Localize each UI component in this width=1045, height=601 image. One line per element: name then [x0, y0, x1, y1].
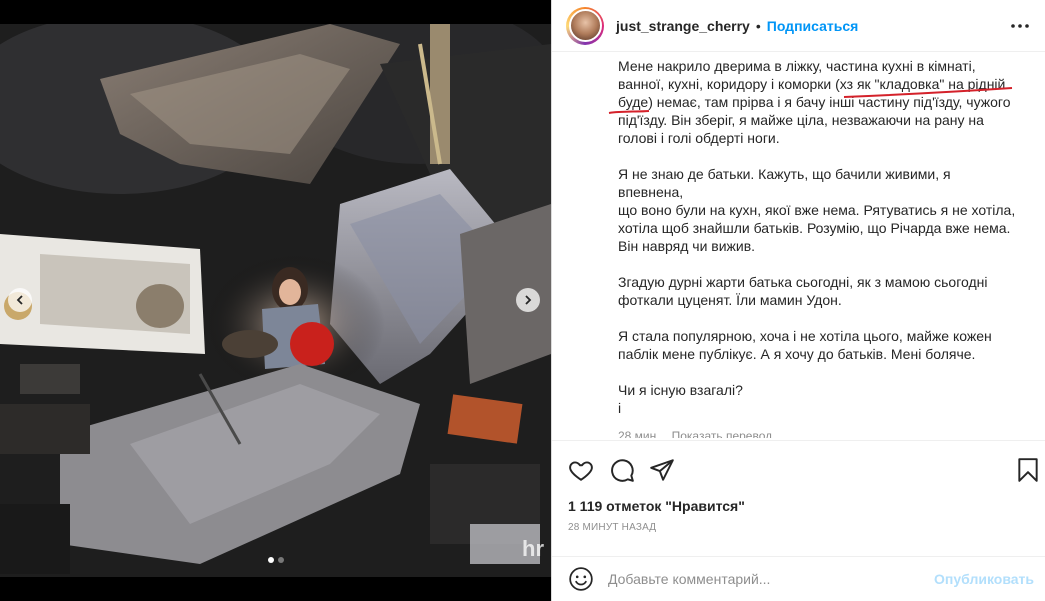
heart-icon[interactable] — [568, 457, 594, 483]
share-icon[interactable] — [649, 457, 675, 483]
caption-paragraph: Згадую дурні жарти батька сьогодні, як з… — [618, 273, 1016, 309]
caption-line: і — [618, 400, 622, 416]
comment-bar: Опубликовать — [552, 556, 1045, 601]
caption-line: Він навряд чи вижив. — [618, 238, 756, 254]
emoji-icon[interactable] — [568, 566, 594, 592]
post-actions-bar — [552, 440, 1045, 496]
caption-paragraph: Мене накрило дверима в ліжку, частина ку… — [618, 57, 1016, 147]
publish-comment-button[interactable]: Опубликовать — [934, 571, 1045, 587]
caption-paragraph: Я стала популярною, хоча і не хотіла цьо… — [618, 327, 1016, 363]
chevron-right-icon — [525, 295, 532, 305]
comment-icon[interactable] — [609, 457, 635, 483]
post-meta: 28 мин. Показать перевод — [618, 429, 1016, 438]
follow-button[interactable]: Подписаться — [767, 18, 859, 34]
caption-line: Чи я існую взагалі? — [618, 382, 743, 398]
caption-line: хотіла щоб знайшли батьків. Розумію, що … — [618, 220, 1011, 236]
caption-line: голові і голі обдерті ноги. — [618, 130, 780, 146]
caption-line: під'їзду. Він зберіг, я майже ціла, незв… — [618, 112, 984, 128]
caption-line: паблік мене публікує. А я хочу до батькі… — [618, 346, 976, 362]
caption-line: буде) немає, там прірва і я бачу інші ча… — [618, 94, 1011, 110]
caption-line: ванної, кухні, коридору і коморки (хз як… — [618, 76, 1006, 92]
more-horizontal-icon[interactable] — [1010, 16, 1030, 36]
post-media: hr — [0, 0, 551, 601]
post-caption: Мене накрило дверима в ліжку, частина ку… — [552, 53, 1045, 438]
caption-line: що воно були на кухн, якої вже нема. Рят… — [618, 202, 1016, 218]
like-count[interactable]: 1 119 отметок "Нравится" — [568, 498, 745, 514]
caption-line: Я стала популярною, хоча і не хотіла цьо… — [618, 328, 992, 344]
show-translation-button[interactable]: Показать перевод — [672, 429, 773, 438]
slide-dot — [277, 557, 284, 563]
previous-slide-button[interactable] — [8, 288, 32, 312]
bookmark-icon[interactable] — [1015, 457, 1041, 483]
post-details-panel: just_strange_cherry • Подписаться Мене н… — [551, 0, 1045, 601]
slide-dot-active — [267, 557, 274, 563]
avatar[interactable] — [568, 9, 602, 42]
post-date[interactable]: 28 МИНУТ НАЗАД — [568, 522, 656, 533]
post-time-ago[interactable]: 28 мин. — [618, 429, 660, 438]
caption-paragraph: Чи я існую взагалі? і — [618, 381, 1016, 417]
caption-line: Мене накрило дверима в ліжку, частина ку… — [618, 58, 976, 74]
caption-line: фоткали цуценят. Їли мамин Удон. — [618, 292, 842, 308]
caption-paragraph: Я не знаю де батьки. Кажуть, що бачили ж… — [618, 165, 1016, 255]
rubble-scene-image — [0, 24, 551, 577]
separator-dot: • — [755, 17, 761, 34]
next-slide-button[interactable] — [516, 288, 540, 312]
avatar-story-ring[interactable] — [566, 6, 604, 45]
caption-line: Я не знаю де батьки. Кажуть, що бачили ж… — [618, 166, 951, 200]
post-photo — [0, 24, 551, 577]
comment-input[interactable] — [608, 571, 935, 587]
username-link[interactable]: just_strange_cherry — [616, 18, 750, 34]
chevron-left-icon — [16, 295, 23, 305]
post-header: just_strange_cherry • Подписаться — [552, 0, 1045, 52]
slide-indicator — [0, 557, 551, 563]
caption-line: Згадую дурні жарти батька сьогодні, як з… — [618, 274, 988, 290]
